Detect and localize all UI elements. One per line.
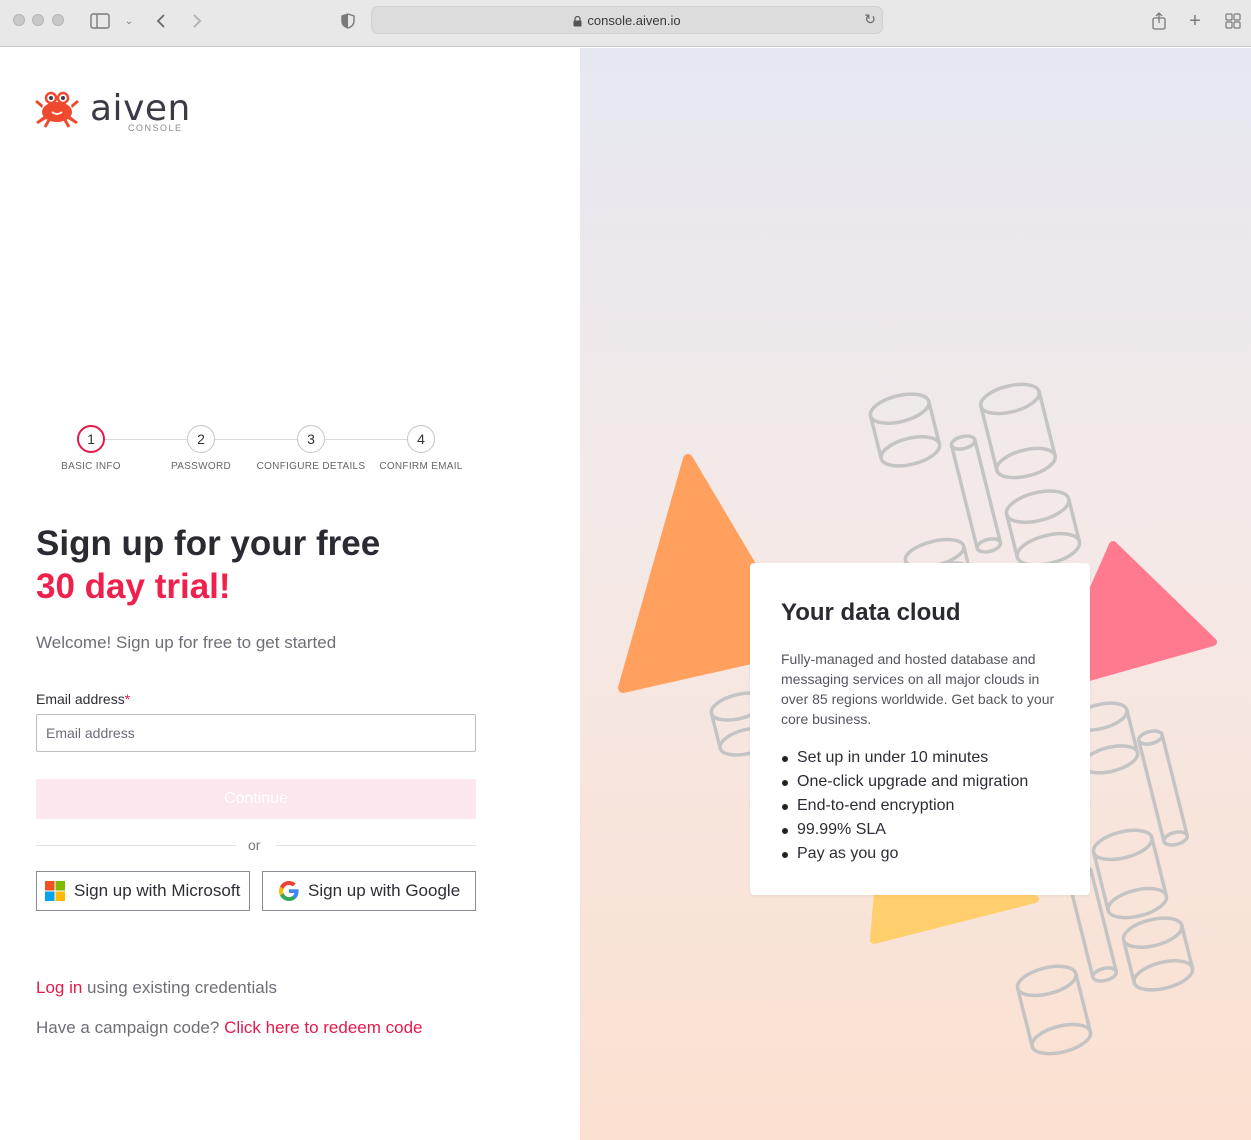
step-label: BASIC INFO [61,461,121,472]
login-prompt-text: using existing credentials [82,978,277,997]
step-number: 3 [297,425,325,453]
step-connector [105,439,187,440]
email-label: Email address* [36,691,130,707]
step-label: CONFIGURE DETAILS [256,461,366,472]
new-tab-icon[interactable]: + [1184,10,1206,32]
signup-pane: aiven CONSOLE 1 BASIC INFO 2 PASSWORD 3 … [0,48,580,1140]
list-item: 99.99% SLA [781,818,1059,842]
microsoft-button-label: Sign up with Microsoft [74,881,241,900]
required-marker: * [124,691,131,707]
login-prompt: Log in using existing credentials [36,978,277,998]
promo-card: Your data cloud Fully-managed and hosted… [750,563,1090,895]
promo-description: Fully-managed and hosted database and me… [781,651,1055,727]
list-item: End-to-end encryption [781,794,1059,818]
url-text: console.aiven.io [587,12,681,28]
step-connector [215,439,297,440]
window-close-button[interactable] [13,14,25,26]
redeem-code-link[interactable]: Click here to redeem code [224,1018,422,1037]
step-label: PASSWORD [171,461,231,472]
aiven-logo[interactable]: aiven CONSOLE [33,88,193,136]
step-number: 2 [187,425,215,453]
google-button-label: Sign up with Google [308,881,461,900]
email-label-text: Email address [36,691,125,707]
list-item: One-click upgrade and migration [781,770,1059,794]
promo-pane: Your data cloud Fully-managed and hosted… [580,48,1251,1140]
window-minimize-button[interactable] [32,14,44,26]
signup-stepper: 1 BASIC INFO 2 PASSWORD 3 CONFIGURE DETA… [36,425,476,475]
or-separator: or [248,837,261,853]
step-configure-details: 3 CONFIGURE DETAILS [256,425,366,472]
divider [36,845,236,846]
login-link[interactable]: Log in [36,978,82,997]
email-input[interactable] [36,714,476,752]
privacy-shield-icon[interactable] [337,10,359,32]
sidebar-toggle-icon[interactable] [89,10,111,32]
reload-icon[interactable]: ↻ [864,11,876,28]
tab-overview-icon[interactable] [1222,10,1244,32]
step-password: 2 PASSWORD [146,425,256,472]
list-item: Pay as you go [781,842,1059,866]
title-line: Sign up for your free [36,524,381,563]
forward-arrow-icon[interactable] [186,10,208,32]
google-icon [279,881,299,901]
campaign-prompt: Have a campaign code? Click here to rede… [36,1018,423,1038]
step-label: CONFIRM EMAIL [379,461,463,472]
browser-toolbar: ⌄ console.aiven.io ↻ + [0,0,1251,47]
welcome-text: Welcome! Sign up for free to get started [36,633,337,652]
chevron-down-icon[interactable]: ⌄ [118,10,140,32]
step-number: 1 [77,425,105,453]
back-arrow-icon[interactable] [150,10,172,32]
divider [276,845,476,846]
list-item: Set up in under 10 minutes [781,746,1059,770]
logo-subtitle: CONSOLE [128,123,183,133]
microsoft-icon [45,881,65,901]
step-connector [325,439,407,440]
continue-button[interactable]: Continue [36,779,476,819]
promo-title: Your data cloud [781,599,961,626]
window-zoom-button[interactable] [52,14,64,26]
address-bar[interactable]: console.aiven.io ↻ [371,6,883,34]
feature-list: Set up in under 10 minutes One-click upg… [781,746,1059,866]
microsoft-signup-button[interactable]: Sign up with Microsoft [36,871,250,911]
lock-icon [573,15,582,27]
campaign-prompt-text: Have a campaign code? [36,1018,225,1037]
page-title: Sign up for your free 30 day trial! [36,522,380,608]
crab-logo-icon [35,91,79,128]
step-confirm-email: 4 CONFIRM EMAIL [366,425,476,472]
google-signup-button[interactable]: Sign up with Google [262,871,476,911]
title-highlight: 30 day trial! [36,567,231,606]
step-basic-info: 1 BASIC INFO [36,425,146,472]
step-number: 4 [407,425,435,453]
share-icon[interactable] [1148,10,1170,32]
